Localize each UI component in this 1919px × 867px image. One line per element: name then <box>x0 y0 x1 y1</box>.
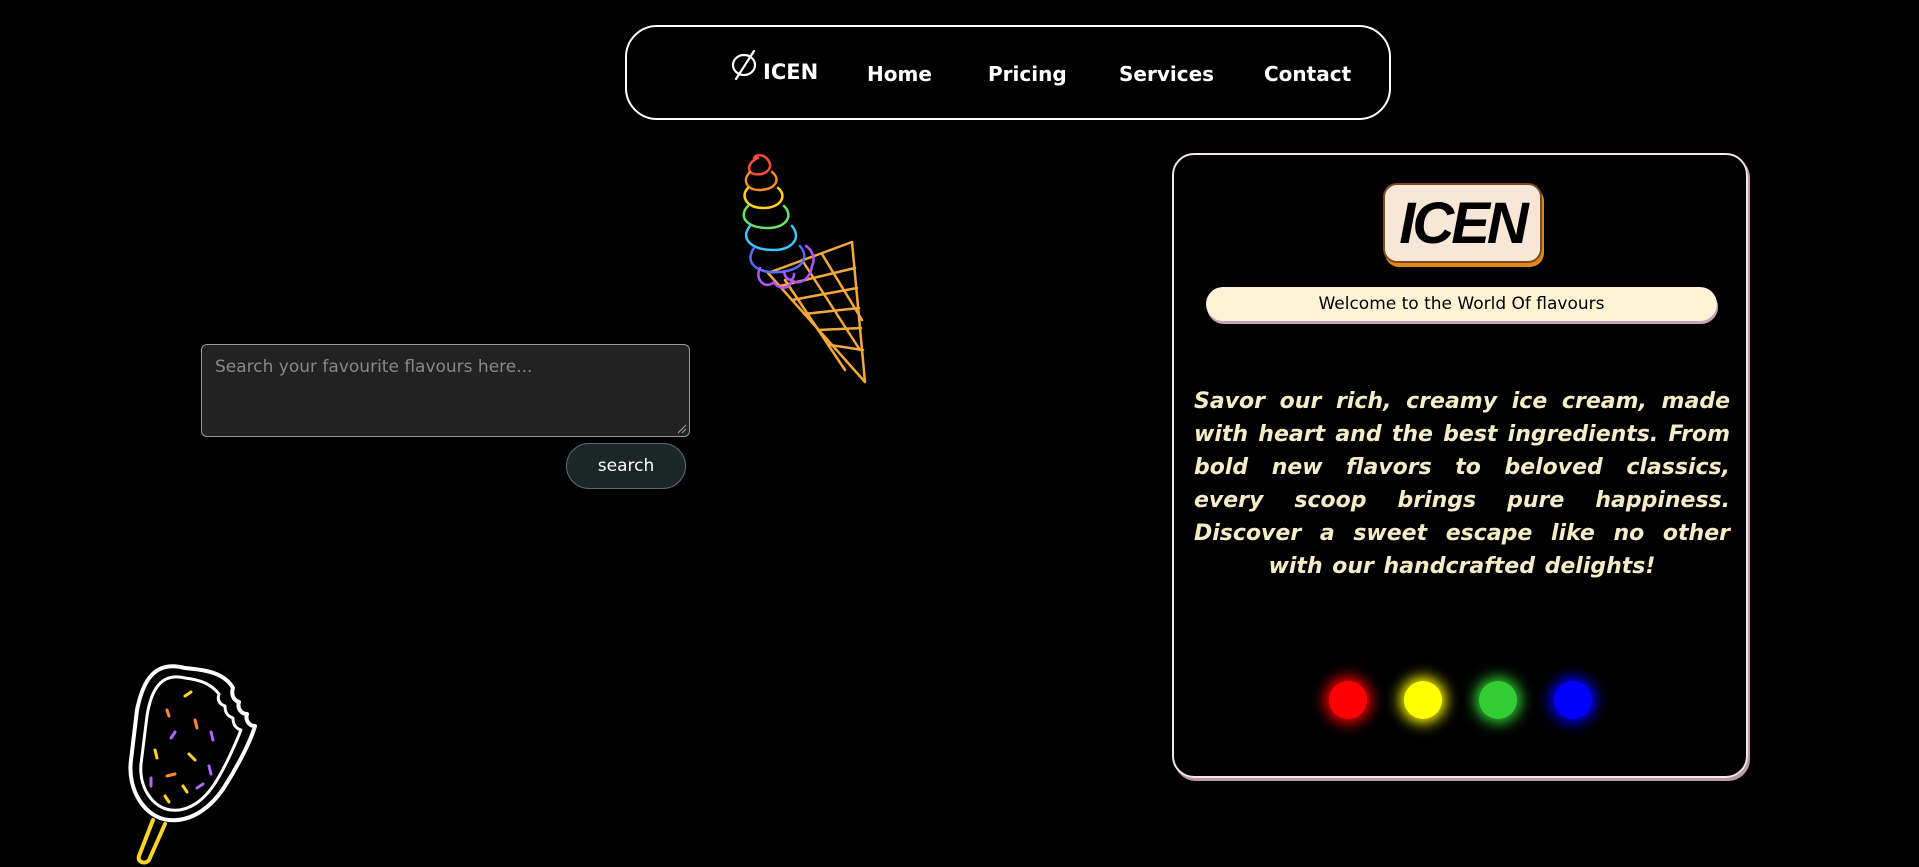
color-dot-blue[interactable] <box>1554 681 1592 719</box>
resize-grip-icon[interactable] <box>676 423 687 434</box>
color-dots <box>1329 681 1592 719</box>
navbar: ICEN Home Pricing Services Contact <box>625 25 1391 120</box>
color-dot-yellow[interactable] <box>1404 681 1442 719</box>
search-input[interactable] <box>201 344 690 437</box>
welcome-banner: Welcome to the World Of flavours <box>1206 287 1717 321</box>
info-card: ICEN Welcome to the World Of flavours Sa… <box>1172 153 1748 778</box>
nav-link-services[interactable]: Services <box>1119 62 1214 86</box>
sprinkled-popsicle-icon <box>128 664 257 865</box>
nav-link-home[interactable]: Home <box>867 62 932 86</box>
color-dot-red[interactable] <box>1329 681 1367 719</box>
card-logo: ICEN <box>1383 183 1542 263</box>
brand-text: ICEN <box>763 60 819 84</box>
nav-link-contact[interactable]: Contact <box>1264 62 1351 86</box>
ice-cream-slash-icon <box>730 49 762 85</box>
color-dot-green[interactable] <box>1479 681 1517 719</box>
card-description: Savor our rich, creamy ice cream, made w… <box>1194 389 1730 579</box>
search-button[interactable]: search <box>566 443 686 489</box>
nav-link-pricing[interactable]: Pricing <box>988 62 1067 86</box>
page: ICEN Home Pricing Services Contact searc… <box>0 0 1919 867</box>
rainbow-soft-serve-cone-icon <box>742 154 867 384</box>
brand-logo-link[interactable]: ICEN <box>730 49 818 85</box>
